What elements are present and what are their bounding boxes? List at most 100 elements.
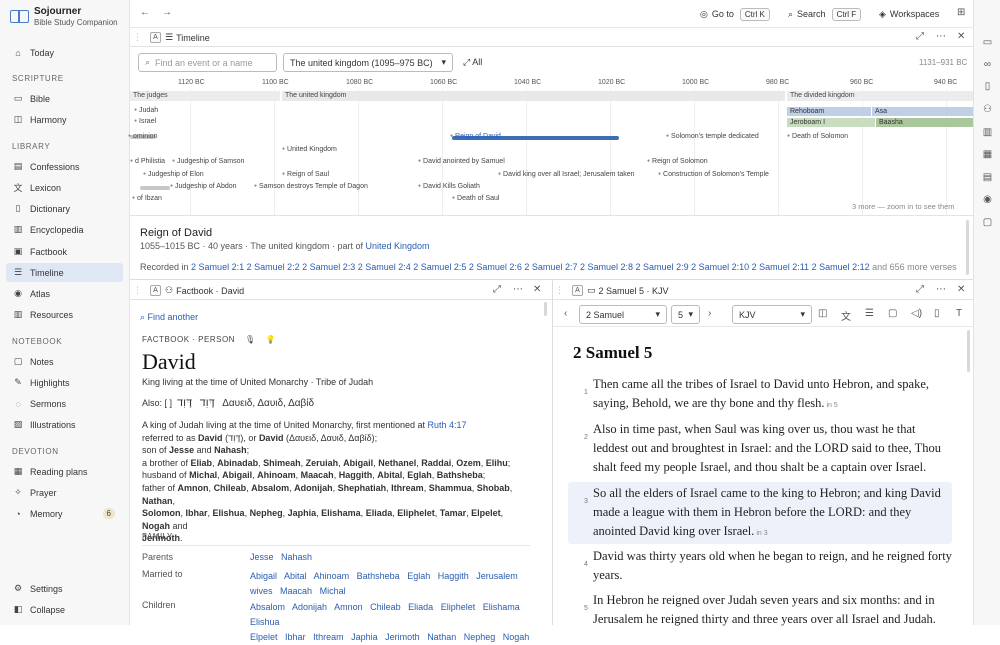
format-icon[interactable]: ☰	[865, 308, 874, 319]
microphone-icon[interactable]: 🎙	[245, 335, 256, 344]
ruth-link[interactable]: Ruth 4:17	[428, 420, 467, 430]
translate-icon[interactable]: 文	[841, 308, 851, 323]
sidebar-item-memory[interactable]: ◔ Memory 6	[6, 504, 123, 523]
goto-button[interactable]: ◎ Go to Ctrl K	[700, 6, 770, 22]
close-icon[interactable]: ✕	[533, 284, 541, 295]
close-icon[interactable]: ✕	[957, 31, 965, 42]
verse-ref-link[interactable]: 2 Samuel 2:5	[413, 262, 466, 272]
folder-icon[interactable]: ▢	[888, 308, 897, 319]
workspaces-button[interactable]: ◈ Workspaces	[879, 6, 939, 22]
more-icon[interactable]: ⋯	[936, 284, 946, 295]
relation-link[interactable]: Michal	[320, 586, 346, 596]
relation-link[interactable]: Abital	[284, 571, 307, 581]
relation-link[interactable]: Elishama	[483, 602, 520, 612]
text-icon[interactable]: T	[956, 308, 962, 319]
verse-ref-link[interactable]: 2 Samuel 2:2	[247, 262, 300, 272]
lightbulb-icon[interactable]: 💡	[266, 335, 276, 344]
event-reign-david[interactable]: Reign of David	[450, 133, 501, 140]
sidebar-item-reading-plans[interactable]: ▦ Reading plans	[6, 462, 123, 481]
verse-ref-link[interactable]: 2 Samuel 2:7	[524, 262, 577, 272]
relation-link[interactable]: Jesse	[250, 552, 274, 562]
event-judgeship-samson[interactable]: Judgeship of Samson	[172, 158, 244, 165]
event-solomon-temple[interactable]: Solomon's temple dedicated	[666, 133, 759, 140]
verse-text[interactable]: In Hebron he reigned over Judah seven ye…	[593, 591, 953, 629]
event-reign-saul[interactable]: Reign of Saul	[282, 171, 329, 178]
people-icon[interactable]: ⚇	[981, 103, 994, 116]
sidebar-item-dictionary[interactable]: ▯ Dictionary	[6, 199, 123, 218]
event-death-solomon[interactable]: Death of Solomon	[787, 133, 848, 140]
sidebar-item-today[interactable]: ⌂ Today	[6, 43, 123, 62]
sidebar-item-factbook[interactable]: ▣ Factbook	[6, 242, 123, 261]
sidebar-item-illustrations[interactable]: ▨ Illustrations	[6, 415, 123, 434]
verse-ref-link[interactable]: 2 Samuel 2:12	[812, 262, 870, 272]
sidebar-item-sermons[interactable]: ◌ Sermons	[6, 394, 123, 413]
relation-link[interactable]: Ahinoam	[314, 571, 350, 581]
relation-link[interactable]: Elpelet	[250, 632, 278, 642]
sidebar-item-resources[interactable]: ▥ Resources	[6, 305, 123, 324]
sidebar-item-harmony[interactable]: ◫ Harmony	[6, 110, 123, 129]
relation-link[interactable]: Jerimoth	[385, 632, 420, 642]
relation-link[interactable]: Nahash	[281, 552, 312, 562]
event-samson-temple[interactable]: Samson destroys Temple of Dagon	[254, 183, 368, 190]
king-baasha[interactable]: Baasha	[876, 118, 973, 127]
find-another-link[interactable]: ⌕ Find another	[140, 312, 198, 323]
drag-handle-icon[interactable]: ⋮	[133, 285, 142, 296]
verse-ref-link[interactable]: 2 Samuel 2:6	[469, 262, 522, 272]
event-dominion[interactable]: ominion	[128, 133, 158, 140]
timeline-search-input[interactable]: ⌕ Find an event or a name	[138, 53, 277, 72]
event-david-king[interactable]: David king over all Israel; Jerusalem ta…	[498, 171, 635, 178]
event-judgeship-elon[interactable]: Judgeship of Elon	[143, 171, 204, 178]
king-asa[interactable]: Asa	[872, 107, 973, 116]
forward-arrow-icon[interactable]: →	[162, 7, 172, 18]
king-jeroboam[interactable]: Jeroboam I	[787, 118, 875, 127]
expand-icon[interactable]: ⤢	[493, 284, 501, 295]
relation-link[interactable]: Ibhar	[285, 632, 306, 642]
cross-ref-count[interactable]: in 5	[825, 402, 837, 409]
relation-link[interactable]: Eliada	[408, 602, 433, 612]
search-button[interactable]: ⌕ Search Ctrl F	[788, 6, 862, 22]
file-icon[interactable]: ▢	[981, 216, 994, 229]
sidebar-item-highlights[interactable]: ✎ Highlights	[6, 373, 123, 392]
verse-ref-link[interactable]: 2 Samuel 2:1	[191, 262, 244, 272]
relation-link[interactable]: Maacah	[280, 586, 312, 596]
close-icon[interactable]: ✕	[957, 284, 965, 295]
expand-icon[interactable]: ⤢	[916, 31, 924, 42]
event-judgeship-abdon[interactable]: Judgeship of Abdon	[170, 183, 237, 190]
version-select[interactable]: KJV ▾	[732, 305, 812, 324]
verse-text[interactable]: Then came all the tribes of Israel to Da…	[593, 375, 953, 415]
sidebar-item-collapse[interactable]: ◧ Collapse	[6, 600, 123, 619]
relation-link[interactable]: Nepheg	[464, 632, 496, 642]
event-david-anointed[interactable]: David anointed by Samuel	[418, 158, 505, 165]
king-rehoboam[interactable]: Rehoboam	[787, 107, 871, 116]
period-select[interactable]: The united kingdom (1095–975 BC) ▾	[283, 53, 453, 72]
chat-icon[interactable]: ▭	[981, 36, 994, 49]
relation-link[interactable]: Chileab	[370, 602, 401, 612]
drag-handle-icon[interactable]: ⋮	[555, 285, 564, 296]
relation-link[interactable]: Eglah	[407, 571, 430, 581]
location-icon[interactable]: ◉	[981, 193, 994, 206]
relation-link[interactable]: Adonijah	[292, 602, 327, 612]
bookmark-icon[interactable]: ▯	[981, 80, 994, 93]
parallel-icon[interactable]: ◫	[818, 308, 827, 319]
event-united-kingdom[interactable]: United Kingdom	[282, 146, 337, 153]
more-icon[interactable]: ⋯	[936, 31, 946, 42]
audio-icon[interactable]: ◁)	[911, 308, 922, 319]
verse-ref-link[interactable]: 2 Samuel 2:3	[302, 262, 355, 272]
book-select[interactable]: 2 Samuel ▾	[579, 305, 667, 324]
calendar-icon[interactable]: ▦	[981, 148, 994, 161]
sidebar-item-confessions[interactable]: ▤ Confessions	[6, 157, 123, 176]
relation-link[interactable]: Elishua	[250, 617, 280, 627]
books-icon[interactable]: ▥	[981, 126, 994, 139]
event-philistia[interactable]: d Philistia	[130, 158, 165, 165]
relation-link[interactable]: Japhia	[351, 632, 378, 642]
notebook-icon[interactable]: ▤	[981, 171, 994, 184]
verse-text[interactable]: David was thirty years old when he began…	[593, 547, 953, 585]
verse-ref-link[interactable]: 2 Samuel 2:4	[358, 262, 411, 272]
sidebar-item-atlas[interactable]: ◉ Atlas	[6, 284, 123, 303]
united-kingdom-link[interactable]: United Kingdom	[365, 241, 429, 251]
bookmark-icon[interactable]: ▯	[934, 308, 940, 319]
verse-ref-link[interactable]: 2 Samuel 2:10	[691, 262, 749, 272]
sidebar-item-lexicon[interactable]: 文 Lexicon	[6, 178, 123, 197]
sidebar-item-prayer[interactable]: ✧ Prayer	[6, 483, 123, 502]
expand-icon[interactable]: ⤢	[916, 284, 924, 295]
